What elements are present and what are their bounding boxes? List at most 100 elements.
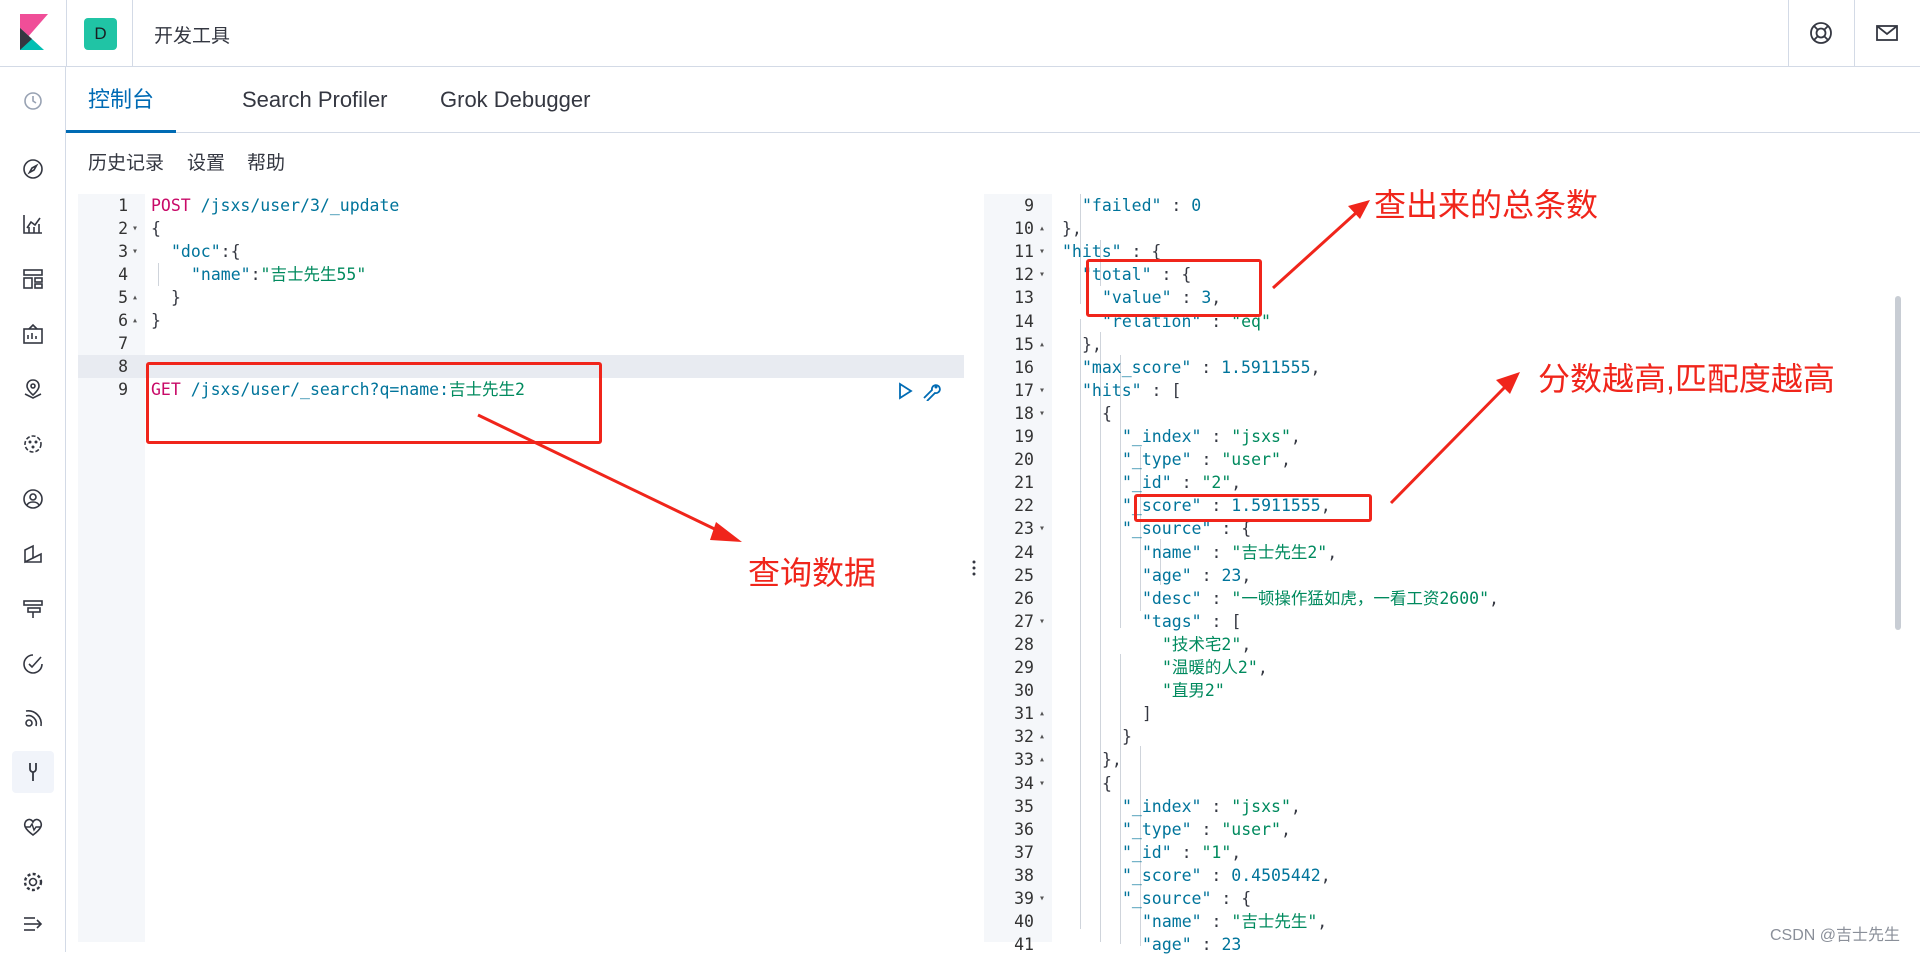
discover-compass-icon[interactable]	[19, 155, 47, 183]
collapse-menu-icon[interactable]	[19, 910, 47, 938]
mail-icon[interactable]	[1874, 20, 1900, 46]
code-line: {	[1102, 772, 1112, 795]
help-lifering-icon[interactable]	[1808, 20, 1834, 46]
fold-toggle-icon[interactable]: ▾	[1039, 887, 1045, 910]
wrench-settings-icon[interactable]	[920, 381, 942, 401]
code-line: "_id" : "1",	[1122, 841, 1241, 864]
code-line: "name" : "吉士先生2",	[1142, 541, 1337, 564]
code-token: ,	[1290, 796, 1301, 816]
json-key: "_index"	[1122, 796, 1202, 816]
help-link[interactable]: 帮助	[247, 148, 285, 175]
fold-toggle-icon[interactable]: ▴	[1039, 702, 1045, 725]
response-scrollbar[interactable]	[1895, 296, 1901, 630]
uptime-icon[interactable]	[19, 650, 47, 678]
code-line: },	[1062, 217, 1082, 240]
siem-broadcast-icon[interactable]	[19, 705, 47, 733]
json-key: "_source"	[1122, 889, 1212, 908]
management-gear-icon[interactable]	[19, 868, 47, 896]
maps-icon[interactable]	[19, 375, 47, 403]
fold-toggle-icon[interactable]: ▾	[1039, 610, 1045, 633]
annotation-total-label: 查出来的总条数	[1374, 187, 1599, 223]
settings-link[interactable]: 设置	[187, 148, 225, 175]
fold-toggle-icon[interactable]: ▾	[132, 217, 138, 240]
code-token: :{	[220, 242, 241, 261]
canvas-icon[interactable]	[19, 320, 47, 348]
json-string: "吉士先生2"	[1231, 542, 1328, 562]
line-number: 1	[118, 196, 128, 215]
annotation-query-label: 查询数据	[748, 555, 877, 591]
tab-console[interactable]: 控制台	[66, 67, 177, 133]
dev-tools-wrench-icon[interactable]	[19, 758, 47, 786]
code-token: : {	[1211, 889, 1252, 908]
machine-learning-icon[interactable]	[19, 430, 47, 458]
line-number: 15	[1014, 334, 1034, 354]
line-number: 28	[1014, 634, 1034, 654]
line-number: 19	[1014, 427, 1034, 446]
monitoring-heartbeat-icon[interactable]	[19, 813, 47, 841]
json-number: 0.4505442	[1231, 865, 1321, 885]
fold-toggle-icon[interactable]: ▾	[1039, 772, 1045, 795]
pane-resizer[interactable]	[968, 194, 980, 942]
code-token: : [	[1141, 380, 1182, 400]
tab-grok-debugger[interactable]: Grok Debugger	[418, 67, 612, 133]
fold-toggle-icon[interactable]: ▴	[132, 286, 138, 309]
code-token: ,	[1231, 473, 1242, 493]
code-line: "desc" : "一顿操作猛如虎，一看工资2600",	[1142, 587, 1499, 610]
json-string: "技术宅2"	[1162, 634, 1242, 654]
kibana-logo-icon[interactable]	[18, 14, 50, 50]
fold-toggle-icon[interactable]: ▾	[1039, 263, 1045, 286]
line-number: 3	[118, 242, 128, 261]
line-number: 41	[1014, 935, 1034, 955]
line-number: 14	[1014, 311, 1034, 331]
code-line: "age" : 23,	[1142, 564, 1251, 587]
apm-icon[interactable]	[19, 595, 47, 623]
json-key: "_type"	[1122, 450, 1192, 470]
code-token: },	[1082, 334, 1102, 354]
code-token: ]	[1142, 704, 1152, 724]
dashboard-icon[interactable]	[19, 265, 47, 293]
fold-toggle-icon[interactable]: ▾	[1039, 517, 1045, 540]
fold-toggle-icon[interactable]: ▾	[1039, 402, 1045, 425]
fold-toggle-icon[interactable]: ▴	[1039, 725, 1045, 748]
run-play-icon[interactable]	[896, 382, 914, 400]
json-number: 0	[1191, 196, 1202, 215]
fold-toggle-icon[interactable]: ▴	[1039, 333, 1045, 356]
fold-toggle-icon[interactable]: ▴	[1039, 748, 1045, 771]
code-line: "name":"吉士先生55"	[191, 263, 366, 286]
recently-viewed-clock-icon[interactable]	[19, 87, 47, 115]
json-number: 23	[1221, 935, 1242, 955]
code-token: ,	[1327, 542, 1338, 562]
line-number: 23	[1014, 519, 1034, 539]
json-string: "1"	[1201, 842, 1232, 862]
visualize-chart-icon[interactable]	[19, 210, 47, 238]
line-number: 7	[118, 334, 128, 353]
fold-toggle-icon[interactable]: ▾	[1039, 240, 1045, 263]
line-number: 26	[1014, 588, 1034, 608]
code-line: "直男2"	[1162, 679, 1225, 702]
fold-toggle-icon[interactable]: ▾	[132, 240, 138, 263]
code-token: :	[1191, 935, 1222, 955]
fold-toggle-icon[interactable]: ▴	[132, 309, 138, 332]
header-divider	[132, 0, 133, 66]
json-key: "failed"	[1082, 196, 1162, 215]
line-number: 29	[1014, 658, 1034, 677]
top-header: D 开发工具	[0, 0, 1920, 67]
logs-icon[interactable]	[19, 540, 47, 568]
fold-toggle-icon[interactable]: ▴	[1039, 217, 1045, 240]
history-link[interactable]: 历史记录	[88, 148, 164, 175]
fold-toggle-icon[interactable]: ▾	[1039, 379, 1045, 402]
line-number: 2	[118, 219, 128, 238]
annotation-score-label: 分数越高,匹配度越高	[1538, 361, 1835, 397]
json-key: "_index"	[1122, 427, 1202, 446]
indent-guide	[1080, 319, 1081, 929]
annotation-box-total	[1086, 259, 1262, 317]
tab-bar: 控制台 Search Profiler Grok Debugger	[66, 67, 1920, 133]
tab-search-profiler[interactable]: Search Profiler	[220, 67, 410, 133]
code-token: ,	[1280, 450, 1291, 470]
code-token: ,	[1231, 842, 1242, 862]
line-number: 30	[1014, 681, 1034, 701]
space-avatar[interactable]: D	[84, 18, 117, 50]
drag-handle-icon	[972, 560, 976, 576]
code-line: "_type" : "user",	[1122, 818, 1291, 841]
metrics-user-icon[interactable]	[19, 485, 47, 513]
